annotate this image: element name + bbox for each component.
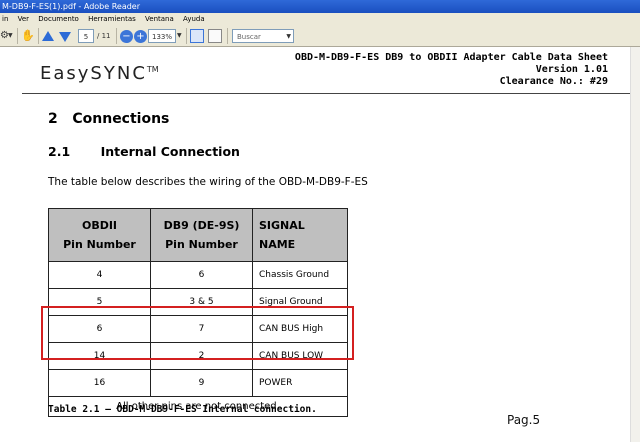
page-label: Pag.5 bbox=[507, 413, 541, 427]
toolbar: ⚙ ▼ ✋ 5 / 11 − + 133% ▼ Buscar ▼ bbox=[0, 25, 640, 47]
toolbar-separator bbox=[116, 28, 117, 44]
header-title: OBD-M-DB9-F-ES DB9 to OBDII Adapter Cabl… bbox=[294, 52, 608, 63]
previous-page-button[interactable] bbox=[42, 31, 54, 41]
header-line: SIGNAL bbox=[259, 219, 305, 232]
signal-cell: POWER bbox=[252, 369, 348, 397]
chevron-down-icon[interactable]: ▼ bbox=[286, 30, 291, 44]
document-page: EasySYNCTM OBD-M-DB9-F-ES DB9 to OBDII A… bbox=[0, 47, 632, 442]
subsection-title: 2.1 Internal Connection bbox=[48, 144, 240, 159]
trademark-mark: TM bbox=[146, 65, 159, 74]
header-line: Pin Number bbox=[63, 238, 136, 251]
menu-item-ventana[interactable]: Ventana bbox=[145, 15, 174, 23]
header-clearance: Clearance No.: #29 bbox=[499, 76, 608, 87]
toolbar-separator bbox=[186, 28, 187, 44]
zoom-out-button[interactable]: − bbox=[120, 30, 133, 43]
search-placeholder: Buscar bbox=[237, 33, 261, 41]
db9-pin-cell: 6 bbox=[150, 261, 253, 289]
zoom-level-input[interactable]: 133% bbox=[148, 29, 176, 43]
document-header: OBD-M-DB9-F-ES DB9 to OBDII Adapter Cabl… bbox=[295, 52, 608, 88]
table-row: 16 9 POWER bbox=[48, 369, 348, 397]
header-line: Pin Number bbox=[165, 238, 238, 251]
header-line: DB9 (DE-9S) bbox=[163, 219, 240, 232]
hand-icon[interactable]: ✋ bbox=[21, 29, 35, 43]
can-bus-highlight-box bbox=[41, 306, 354, 360]
page-number-input[interactable]: 5 bbox=[78, 29, 94, 43]
search-input[interactable]: Buscar ▼ bbox=[232, 29, 294, 43]
column-header-db9: DB9 (DE-9S) Pin Number bbox=[150, 208, 253, 262]
menu-bar: in Ver Documento Herramientas Ventana Ay… bbox=[0, 13, 640, 25]
section-title: 2 Connections bbox=[48, 111, 170, 127]
column-header-signal: SIGNAL NAME bbox=[252, 208, 348, 262]
menu-item-ayuda[interactable]: Ayuda bbox=[183, 15, 205, 23]
window-title: M-DB9-F-ES(1).pdf - Adobe Reader bbox=[2, 2, 141, 11]
obd-pin-cell: 4 bbox=[48, 261, 151, 289]
chevron-down-icon[interactable]: ▼ bbox=[8, 29, 14, 43]
vertical-scrollbar[interactable] bbox=[630, 47, 640, 442]
signal-cell: Chassis Ground bbox=[252, 261, 348, 289]
intro-paragraph: The table below describes the wiring of … bbox=[48, 176, 368, 188]
logo-text: EasySYNC bbox=[40, 63, 147, 84]
toolbar-separator bbox=[17, 28, 18, 44]
db9-pin-cell: 9 bbox=[150, 369, 253, 397]
table-row: 4 6 Chassis Ground bbox=[48, 261, 348, 289]
toolbar-separator bbox=[227, 28, 228, 44]
chevron-down-icon[interactable]: ▼ bbox=[177, 29, 183, 43]
menu-item-ver[interactable]: Ver bbox=[18, 15, 29, 23]
table-caption: Table 2.1 – OBD-M-DB9-F-ES Internal conn… bbox=[48, 404, 317, 415]
company-logo: EasySYNCTM bbox=[40, 63, 159, 84]
table-header-row: OBDII Pin Number DB9 (DE-9S) Pin Number … bbox=[48, 208, 348, 262]
header-line: NAME bbox=[259, 238, 296, 251]
fit-width-icon[interactable] bbox=[208, 29, 222, 43]
header-line: OBDII bbox=[81, 219, 118, 232]
obd-pin-cell: 16 bbox=[48, 369, 151, 397]
column-header-obdii: OBDII Pin Number bbox=[48, 208, 151, 262]
header-version: Version 1.01 bbox=[535, 64, 608, 75]
toolbar-separator bbox=[38, 28, 39, 44]
zoom-in-button[interactable]: + bbox=[134, 30, 147, 43]
menu-item-herramientas[interactable]: Herramientas bbox=[88, 15, 136, 23]
menu-item-documento[interactable]: Documento bbox=[38, 15, 79, 23]
fit-page-icon[interactable] bbox=[190, 29, 204, 43]
gear-icon[interactable]: ⚙ bbox=[0, 29, 9, 43]
header-divider bbox=[22, 93, 632, 94]
window-title-bar: M-DB9-F-ES(1).pdf - Adobe Reader bbox=[0, 0, 640, 13]
next-page-button[interactable] bbox=[59, 32, 71, 42]
menu-item-archivo[interactable]: in bbox=[2, 15, 8, 23]
